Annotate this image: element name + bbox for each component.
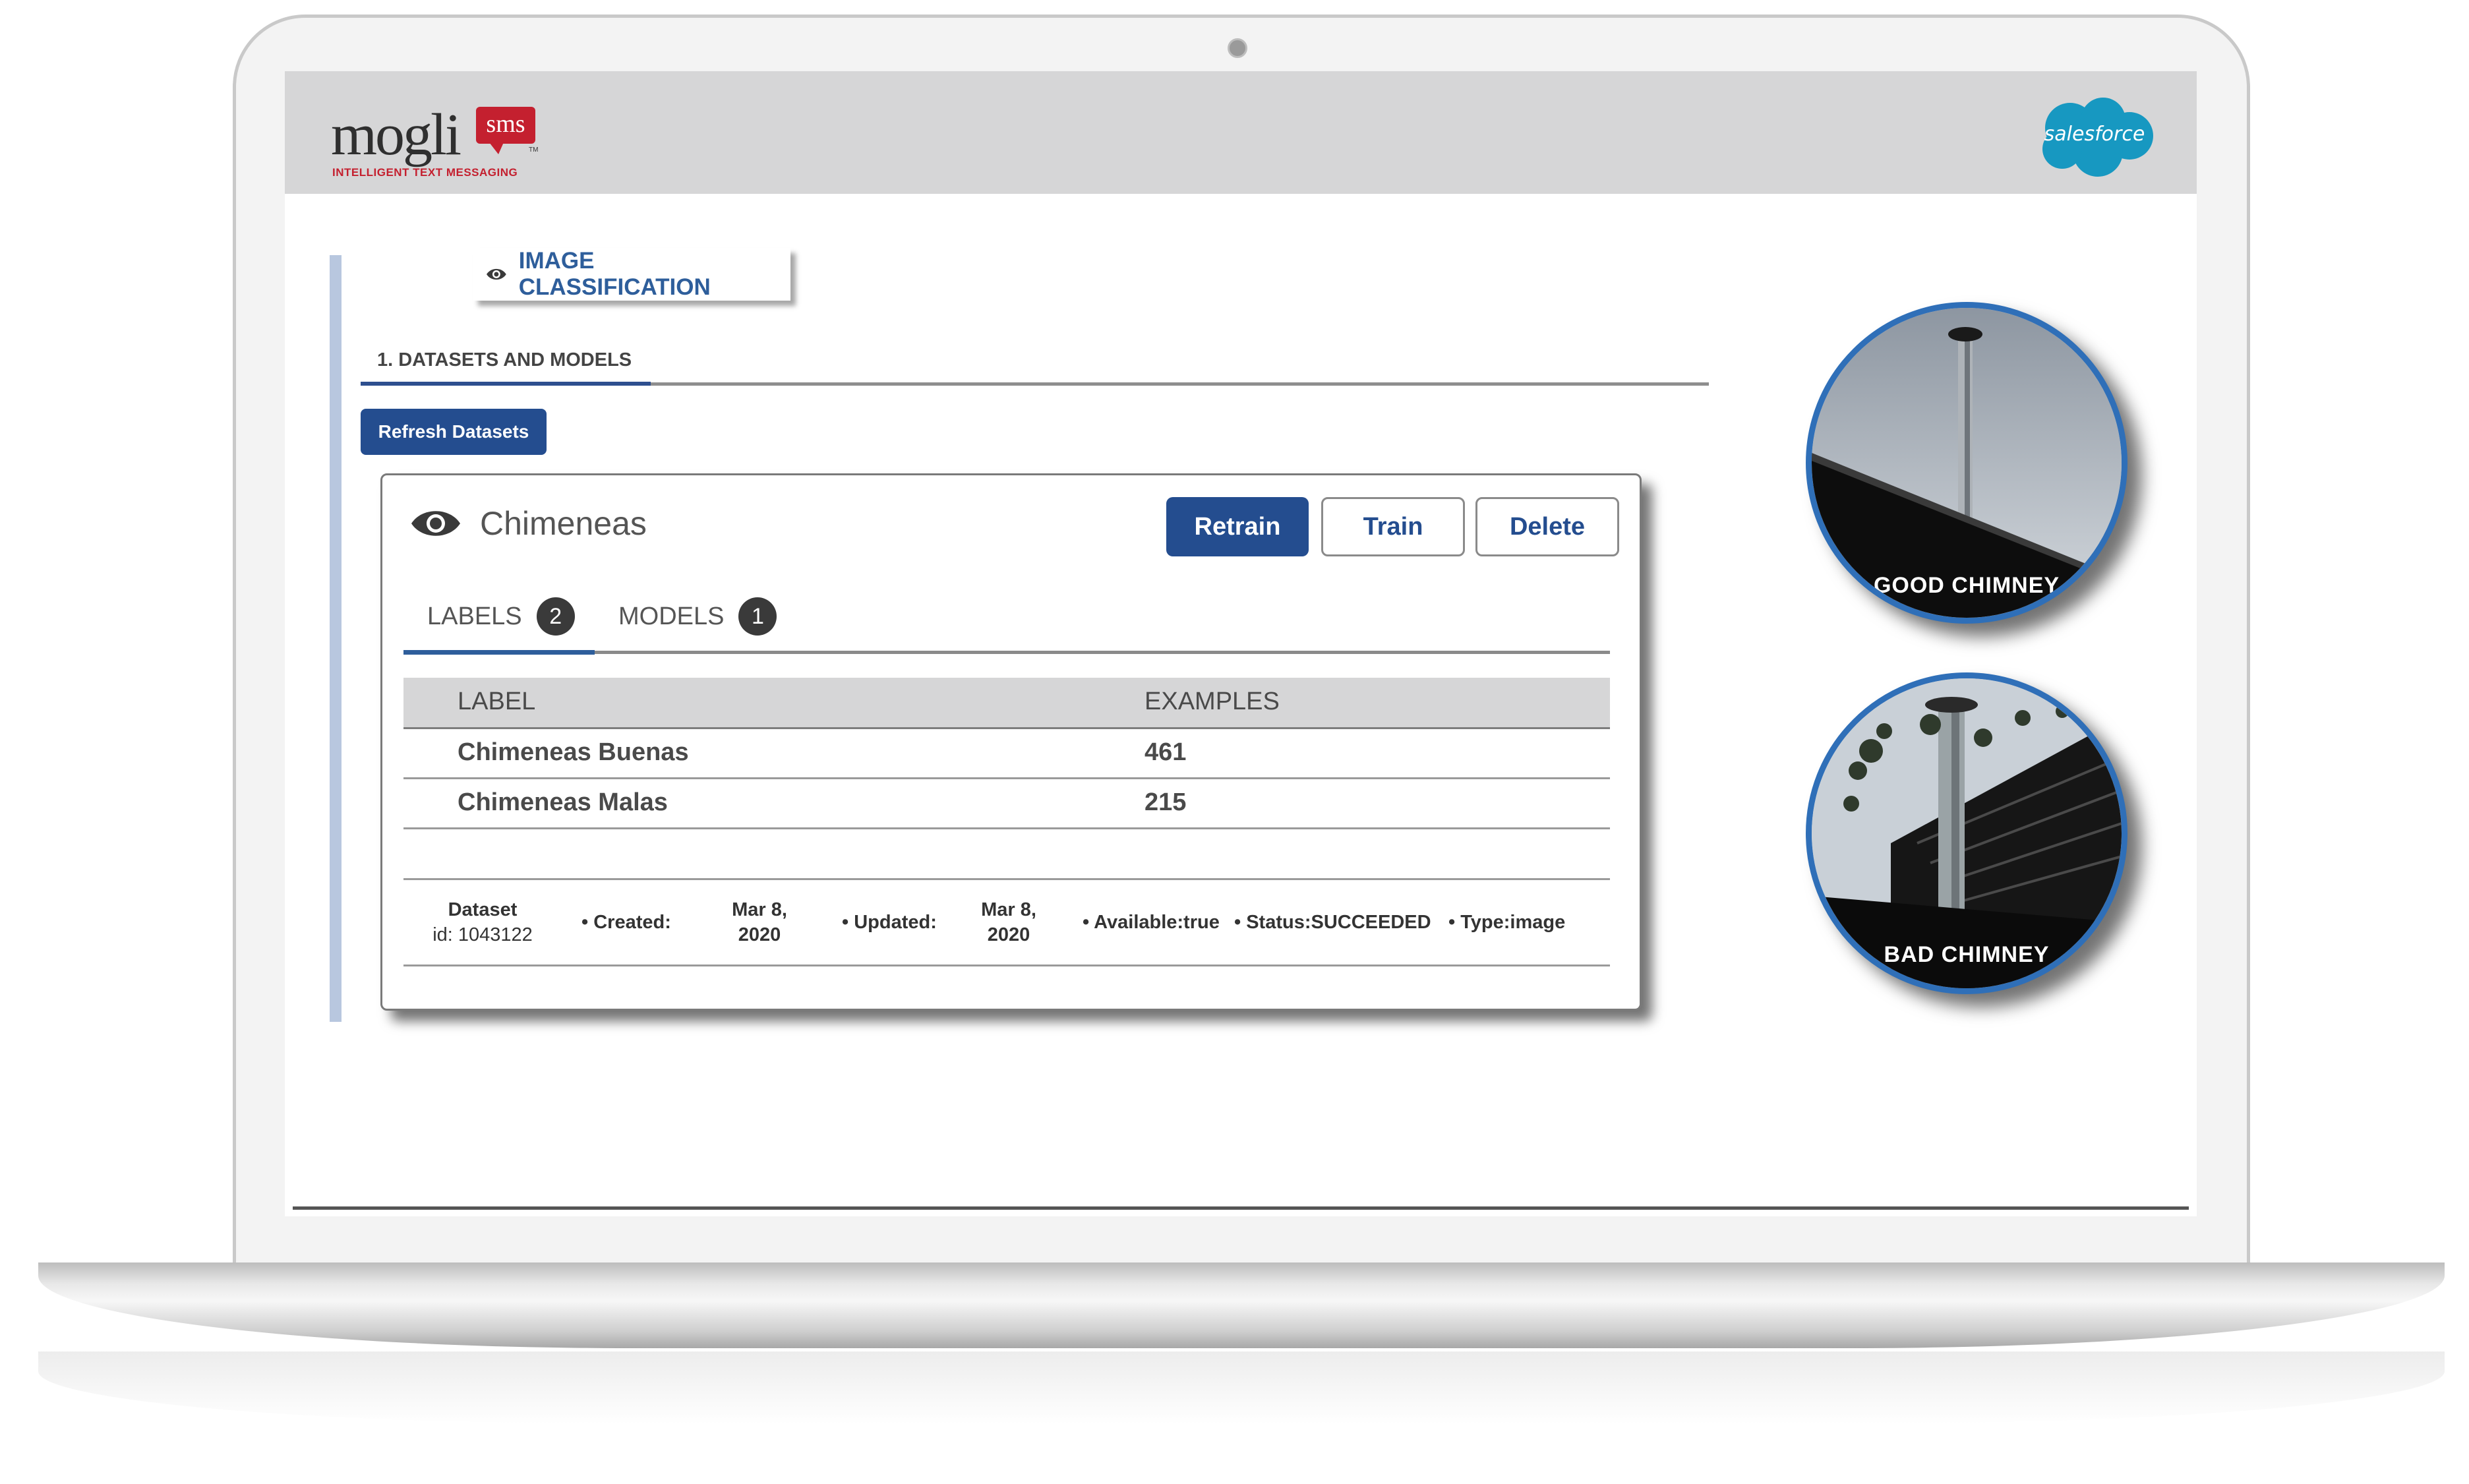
eye-icon [486, 268, 506, 280]
tab-models-label: MODELS [618, 602, 725, 630]
dataset-name: Chimeneas [480, 505, 647, 542]
retrain-button[interactable]: Retrain [1166, 497, 1309, 556]
section-divider-accent [361, 382, 651, 386]
active-tab-indicator [403, 650, 595, 655]
column-header-examples: EXAMPLES [1145, 688, 1280, 715]
app-screen: mogli sms TM INTELLIGENT TEXT MESSAGING … [285, 71, 2197, 1216]
dataset-id-block: Dataset id: 1043122 [430, 897, 535, 947]
updated-date-line2: 2020 [987, 924, 1030, 945]
column-header-label: LABEL [458, 688, 536, 715]
tab-image-classification[interactable]: IMAGE CLASSIFICATION [473, 248, 790, 301]
eye-icon [411, 511, 460, 536]
laptop-base [38, 1262, 2445, 1348]
screen-bottom-rule [293, 1206, 2189, 1210]
dataset-type: • Type:image [1448, 912, 1566, 933]
created-date: Mar 8, 2020 [713, 897, 806, 947]
tab-labels-count-badge: 2 [536, 597, 575, 636]
dataset-card: Chimeneas Retrain Train Delete LABELS 2 … [380, 473, 1642, 1011]
created-date-line1: Mar 8, [732, 899, 787, 920]
updated-label: • Updated: [842, 912, 937, 933]
datasets-section-title: 1. DATASETS AND MODELS [377, 349, 632, 371]
dataset-label: Dataset [448, 899, 518, 920]
tab-image-classification-label: IMAGE CLASSIFICATION [518, 248, 711, 300]
tab-labels[interactable]: LABELS 2 [427, 597, 575, 636]
table-empty-row [403, 829, 1610, 880]
logo-word: mogli [331, 102, 461, 167]
tab-models[interactable]: MODELS 1 [618, 597, 777, 636]
dataset-metadata: Dataset id: 1043122 • Created: Mar 8, 20… [403, 880, 1610, 966]
available-status: • Available:true [1083, 912, 1220, 933]
app-header: mogli sms TM INTELLIGENT TEXT MESSAGING … [285, 71, 2197, 194]
logo-trademark: TM [529, 146, 539, 154]
tab-labels-label: LABELS [427, 602, 522, 630]
salesforce-logo[interactable]: salesforce [2032, 95, 2157, 179]
delete-button[interactable]: Delete [1475, 497, 1619, 556]
bad-chimney-caption: BAD CHIMNEY [1884, 942, 2050, 967]
row-examples: 461 [1145, 738, 1187, 766]
tab-models-count-badge: 1 [738, 597, 777, 636]
row-label: Chimeneas Malas [458, 788, 668, 816]
updated-date: Mar 8, 2020 [963, 897, 1055, 947]
webcam-icon [1228, 38, 1247, 58]
refresh-datasets-button[interactable]: Refresh Datasets [361, 409, 547, 455]
mogli-logo[interactable]: mogli sms TM INTELLIGENT TEXT MESSAGING [331, 102, 549, 179]
table-header: LABEL EXAMPLES [403, 678, 1610, 729]
laptop-shadow [38, 1351, 2445, 1424]
created-date-line2: 2020 [738, 924, 781, 945]
good-chimney-photo: GOOD CHIMNEY [1806, 302, 2127, 624]
dataset-id: id: 1043122 [432, 924, 533, 945]
updated-date-line1: Mar 8, [981, 899, 1036, 920]
logo-badge: sms [476, 107, 535, 154]
row-label: Chimeneas Buenas [458, 738, 689, 766]
good-chimney-image [1812, 308, 2122, 618]
dataset-status: • Status:SUCCEEDED [1234, 912, 1431, 933]
salesforce-wordmark: salesforce [2044, 123, 2145, 146]
bad-chimney-photo: BAD CHIMNEY [1806, 672, 2127, 994]
logo-tagline: INTELLIGENT TEXT MESSAGING [332, 166, 518, 179]
table-row[interactable]: Chimeneas Malas 215 [403, 779, 1610, 829]
row-examples: 215 [1145, 788, 1187, 816]
train-button[interactable]: Train [1321, 497, 1465, 556]
left-accent-bar [330, 255, 342, 1022]
table-row[interactable]: Chimeneas Buenas 461 [403, 729, 1610, 779]
created-label: • Created: [581, 912, 671, 933]
good-chimney-caption: GOOD CHIMNEY [1873, 573, 2060, 598]
